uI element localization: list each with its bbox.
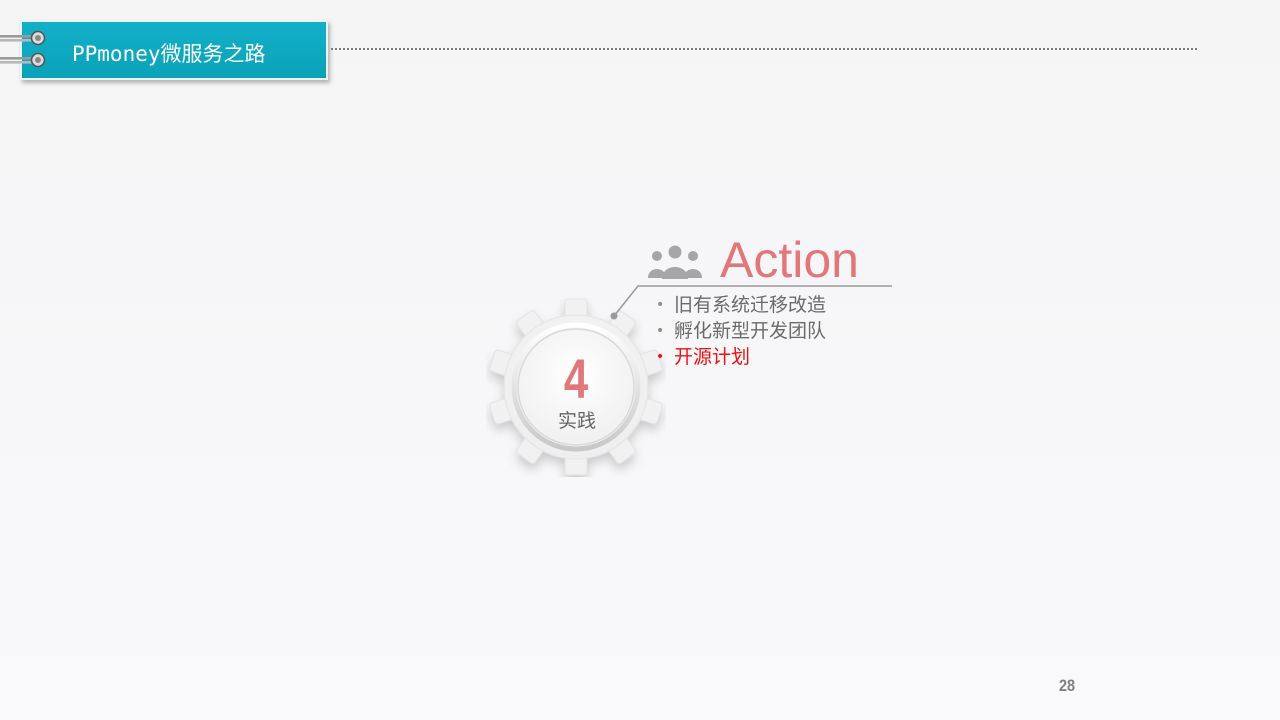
list-item-text: 开源计划 [674, 346, 751, 368]
header-dotted-divider [331, 48, 1197, 50]
slide-title: PPmoney微服务之路 [72, 42, 266, 66]
bullet-dot-icon: • [656, 297, 665, 313]
binder-ring-icon [0, 52, 46, 68]
list-item-text: 孵化新型开发团队 [674, 320, 827, 342]
section-number: 4 [563, 347, 589, 410]
list-item-active: • 开源计划 [654, 344, 826, 370]
section-label: 实践 [557, 410, 596, 432]
binder-ring-icon [0, 30, 46, 46]
page-number: 28 [1058, 676, 1076, 695]
bullet-dot-icon: • [656, 323, 665, 339]
list-item-text: 旧有系统迁移改造 [674, 294, 827, 316]
people-group-icon [648, 245, 702, 279]
list-item: • 孵化新型开发团队 [654, 318, 826, 344]
callout-title: Action [720, 232, 859, 288]
action-list: • 旧有系统迁移改造 • 孵化新型开发团队 • 开源计划 [654, 292, 826, 370]
title-tag: PPmoney微服务之路 [20, 20, 328, 80]
slide: PPmoney微服务之路 4 实践 Action • 旧有系统迁移改造 • 孵化… [0, 0, 1280, 720]
bullet-dot-icon: • [656, 349, 665, 365]
list-item: • 旧有系统迁移改造 [654, 292, 826, 318]
